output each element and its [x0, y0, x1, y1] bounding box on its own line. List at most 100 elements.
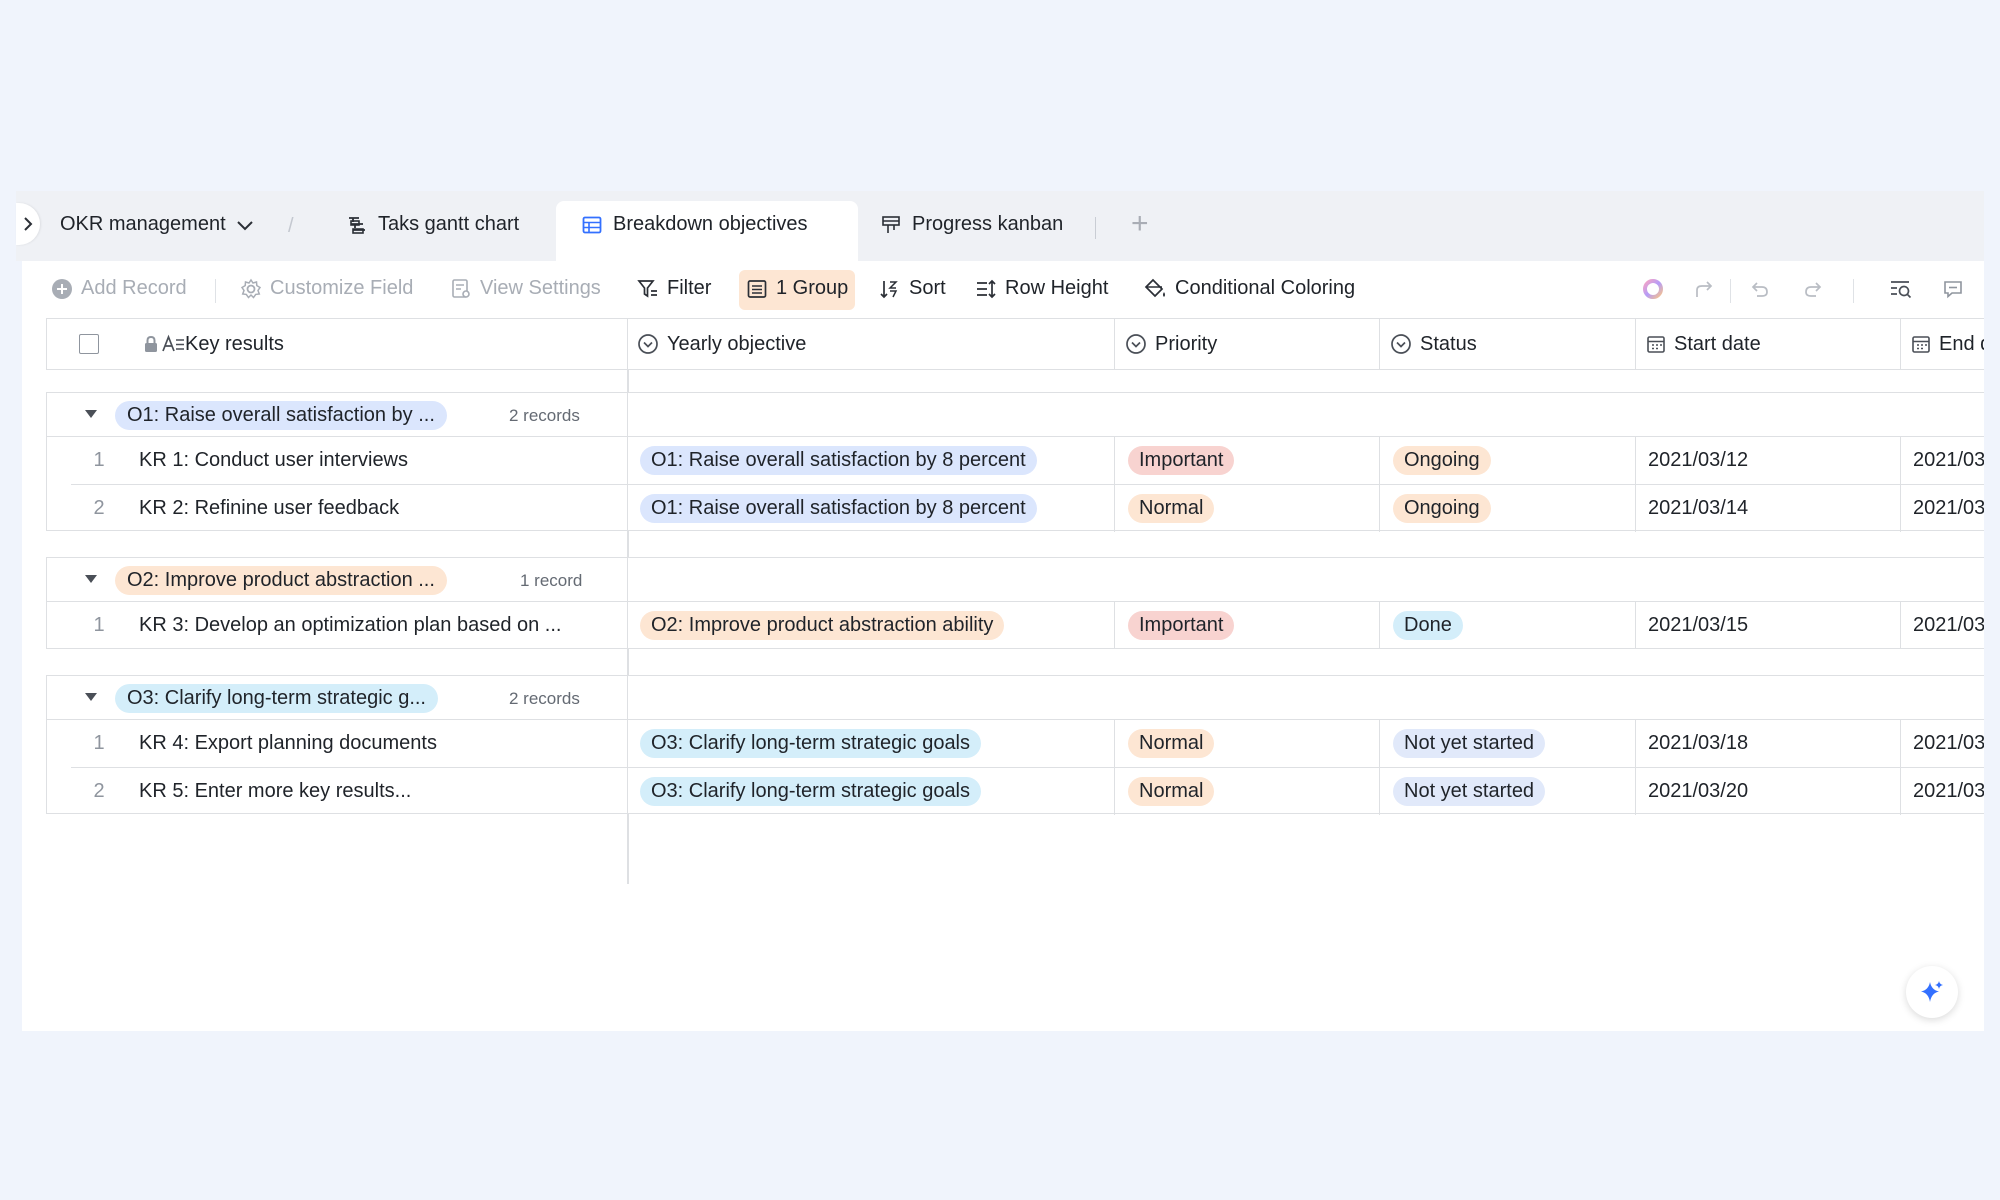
key-result-cell[interactable]: KR 4: Export planning documents: [139, 732, 437, 755]
objective-tag[interactable]: O3: Clarify long-term strategic goals: [640, 777, 982, 806]
column-header-label: End date: [1939, 332, 1984, 355]
table-row[interactable]: 1 KR 4: Export planning documents O3: Cl…: [47, 720, 1984, 767]
sort-button[interactable]: Sort: [879, 277, 946, 300]
group-label: 1 Group: [776, 277, 849, 299]
status-tag[interactable]: Not yet started: [1393, 777, 1546, 806]
priority-tag[interactable]: Important: [1128, 446, 1235, 475]
customize-field-button[interactable]: Customize Field: [240, 277, 413, 300]
tab-label: Progress kanban: [912, 213, 1064, 235]
base-title-dropdown[interactable]: OKR management: [60, 213, 254, 236]
gantt-icon: [349, 216, 365, 234]
objective-tag[interactable]: O3: Clarify long-term strategic goals: [640, 729, 982, 758]
column-header-key-results[interactable]: Key results: [135, 319, 284, 369]
collapse-caret-icon[interactable]: [85, 693, 97, 701]
filter-icon: [637, 279, 657, 298]
objective-tag[interactable]: O1: Raise overall satisfaction by 8 perc…: [640, 494, 1037, 523]
table-row[interactable]: 2 KR 2: Refinine user feedback O1: Raise…: [71, 484, 1984, 532]
group-header-row[interactable]: O1: Raise overall satisfaction by ... 2 …: [47, 393, 1984, 437]
start-date-cell[interactable]: 2021/03/15: [1648, 614, 1748, 637]
paint-bucket-icon: [1144, 278, 1165, 297]
column-header-label: Yearly objective: [667, 332, 807, 355]
column-header-yearly-objective[interactable]: Yearly objective: [629, 319, 806, 369]
key-result-cell[interactable]: KR 2: Refinine user feedback: [139, 497, 399, 520]
start-date-cell[interactable]: 2021/03/14: [1648, 497, 1748, 520]
collapse-caret-icon[interactable]: [85, 575, 97, 583]
group-icon: [747, 279, 767, 298]
select-all-checkbox[interactable]: [71, 319, 99, 369]
sidebar-expand-button[interactable]: [16, 203, 40, 245]
tab-breakdown-objectives[interactable]: Breakdown objectives: [581, 213, 808, 236]
add-view-button[interactable]: +: [1131, 207, 1149, 241]
chevron-right-icon: [24, 217, 33, 231]
filter-button[interactable]: Filter: [637, 277, 711, 300]
gear-icon: [240, 278, 262, 299]
status-tag[interactable]: Ongoing: [1393, 446, 1491, 475]
group-record-count: 2 records: [509, 406, 580, 425]
single-select-icon: [638, 334, 658, 354]
start-date-cell[interactable]: 2021/03/20: [1648, 780, 1748, 803]
column-divider: [1114, 319, 1115, 369]
column-header-status[interactable]: Status: [1382, 319, 1477, 369]
priority-tag[interactable]: Normal: [1128, 777, 1215, 806]
base-title: OKR management: [60, 213, 226, 235]
status-tag[interactable]: Done: [1393, 611, 1463, 640]
add-record-button[interactable]: Add Record: [51, 277, 187, 300]
table-row[interactable]: 1 KR 1: Conduct user interviews O1: Rais…: [47, 437, 1984, 484]
end-date-cell[interactable]: 2021/03/1: [1913, 449, 1984, 472]
column-divider: [627, 676, 628, 720]
group-header-row[interactable]: O2: Improve product abstraction ... 1 re…: [47, 558, 1984, 602]
end-date-cell[interactable]: 2021/03/1: [1913, 497, 1984, 520]
single-select-icon: [1126, 334, 1146, 354]
tab-progress-kanban[interactable]: Progress kanban: [880, 213, 1063, 236]
status-tag[interactable]: Not yet started: [1393, 729, 1546, 758]
view-settings-button[interactable]: View Settings: [450, 277, 601, 300]
column-header-label: Start date: [1674, 332, 1761, 355]
priority-tag[interactable]: Normal: [1128, 494, 1215, 523]
search-records-icon[interactable]: [1889, 277, 1913, 301]
column-header-start-date[interactable]: Start date: [1638, 319, 1761, 369]
end-date-cell[interactable]: 2021/03/1: [1913, 614, 1984, 637]
ai-assistant-icon[interactable]: [1641, 277, 1665, 301]
collapse-caret-icon[interactable]: [85, 410, 97, 418]
column-divider: [627, 393, 628, 437]
view-toolbar: Add Record Customize Field View Settings…: [22, 261, 1984, 317]
sort-label: Sort: [909, 277, 946, 299]
column-header-priority[interactable]: Priority: [1117, 319, 1217, 369]
key-result-cell[interactable]: KR 1: Conduct user interviews: [139, 449, 408, 472]
redo-icon[interactable]: [1801, 277, 1825, 301]
priority-tag[interactable]: Important: [1128, 611, 1235, 640]
title-separator: /: [288, 215, 294, 237]
key-result-cell[interactable]: KR 3: Develop an optimization plan based…: [139, 614, 561, 637]
text-field-icon: [162, 334, 184, 352]
priority-tag[interactable]: Normal: [1128, 729, 1215, 758]
table-row[interactable]: 1 KR 3: Develop an optimization plan bas…: [47, 602, 1984, 649]
column-divider: [627, 558, 628, 602]
tab-gantt[interactable]: Taks gantt chart: [346, 213, 519, 236]
row-height-button[interactable]: Row Height: [975, 277, 1108, 300]
toolbar-divider: [1853, 279, 1854, 303]
ai-sparkle-button[interactable]: [1906, 966, 1958, 1018]
share-icon[interactable]: [1693, 277, 1717, 301]
objective-tag[interactable]: O1: Raise overall satisfaction by 8 perc…: [640, 446, 1037, 475]
status-tag[interactable]: Ongoing: [1393, 494, 1491, 523]
end-date-cell[interactable]: 2021/03/2: [1913, 780, 1984, 803]
row-number: 1: [93, 732, 105, 754]
undo-icon[interactable]: [1748, 277, 1772, 301]
customize-field-label: Customize Field: [270, 277, 414, 299]
toolbar-divider: [1730, 279, 1731, 303]
table-row[interactable]: 2 KR 5: Enter more key results... O3: Cl…: [71, 767, 1984, 815]
column-header-end-date[interactable]: End date: [1903, 319, 1984, 369]
filter-label: Filter: [667, 277, 712, 299]
group-button[interactable]: 1 Group: [746, 277, 848, 300]
conditional-coloring-button[interactable]: Conditional Coloring: [1143, 277, 1355, 300]
comment-icon[interactable]: [1941, 277, 1965, 301]
objective-tag[interactable]: O2: Improve product abstraction ability: [640, 611, 1005, 640]
start-date-cell[interactable]: 2021/03/12: [1648, 449, 1748, 472]
key-result-cell[interactable]: KR 5: Enter more key results...: [139, 780, 411, 803]
tab-label: Taks gantt chart: [378, 213, 520, 235]
start-date-cell[interactable]: 2021/03/18: [1648, 732, 1748, 755]
row-height-icon: [977, 279, 996, 298]
toolbar-divider: [215, 279, 216, 303]
group-header-row[interactable]: O3: Clarify long-term strategic g... 2 r…: [47, 676, 1984, 720]
end-date-cell[interactable]: 2021/03/2: [1913, 732, 1984, 755]
